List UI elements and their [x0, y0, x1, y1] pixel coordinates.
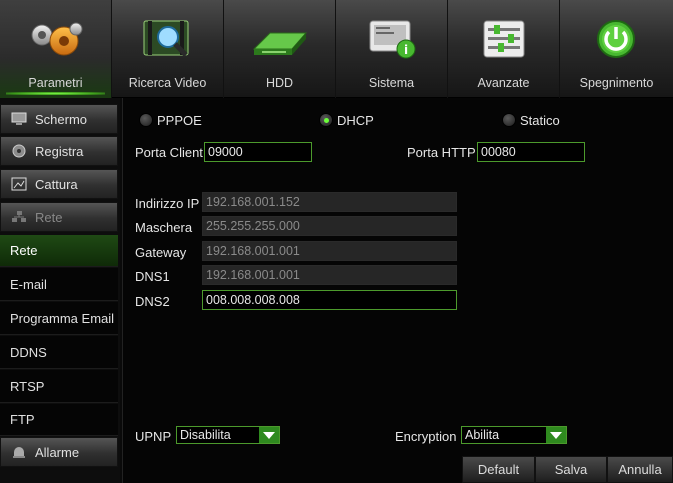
dns1-field: 192.168.001.001: [202, 265, 457, 285]
sidebar-subitem-rete[interactable]: Rete: [0, 235, 118, 267]
sidebar-item-cattura[interactable]: Cattura: [0, 169, 118, 199]
ip-address-label: Indirizzo IP: [135, 196, 200, 211]
tab-spegnimento[interactable]: Spegnimento: [560, 0, 673, 98]
radio-dhcp[interactable]: [319, 113, 333, 127]
sidebar-item-rete-group[interactable]: Rete: [0, 202, 118, 232]
tab-ricerca-video[interactable]: Ricerca Video: [112, 0, 224, 98]
client-port-input[interactable]: 09000: [204, 142, 312, 162]
radio-dhcp-label: DHCP: [337, 113, 374, 128]
http-port-label: Porta HTTP: [407, 145, 476, 160]
radio-pppoe-label: PPPOE: [157, 113, 202, 128]
upnp-select[interactable]: Disabilita: [176, 426, 280, 444]
svg-text:i: i: [404, 43, 408, 57]
dns2-label: DNS2: [135, 294, 170, 309]
top-toolbar: Parametri Ricerca Video HDD i Sistema Av…: [0, 0, 673, 98]
tab-label: Avanzate: [477, 76, 530, 90]
sidebar: Schermo Registra Cattura Rete Rete E-mai…: [0, 98, 120, 483]
sliders-icon: [483, 20, 525, 58]
upnp-select-value: Disabilita: [180, 428, 231, 442]
sidebar-subitem-ddns[interactable]: DDNS: [0, 336, 118, 369]
chevron-down-icon: [546, 427, 566, 443]
radio-statico-label: Statico: [520, 113, 560, 128]
client-port-label: Porta Client: [135, 145, 203, 160]
tab-label: Spegnimento: [579, 76, 654, 90]
tab-parametri[interactable]: Parametri: [0, 0, 112, 98]
gears-icon: [31, 22, 83, 56]
sidebar-subitem-label: FTP: [10, 412, 35, 427]
sidebar-item-schermo[interactable]: Schermo: [0, 104, 118, 134]
encryption-select[interactable]: Abilita: [461, 426, 567, 444]
sidebar-subitem-label: Rete: [10, 243, 38, 258]
sidebar-subitem-email[interactable]: E-mail: [0, 268, 118, 301]
tab-hdd[interactable]: HDD: [224, 0, 336, 98]
sidebar-subitem-rtsp[interactable]: RTSP: [0, 370, 118, 403]
hard-drive-icon: [252, 32, 308, 55]
film-search-icon: [143, 20, 189, 57]
sidebar-item-registra[interactable]: Registra: [0, 136, 118, 166]
monitor-info-icon: i: [369, 20, 416, 59]
sidebar-subitem-label: Programma Email: [10, 310, 115, 326]
chevron-down-icon: [259, 427, 279, 443]
save-button[interactable]: Salva: [535, 456, 607, 483]
upnp-label: UPNP: [135, 429, 172, 444]
tab-label: Sistema: [368, 76, 415, 90]
sidebar-item-label: Schermo: [35, 111, 88, 127]
encryption-label: Encryption: [395, 429, 457, 444]
gateway-field: 192.168.001.001: [202, 241, 457, 261]
sidebar-subitem-programma-email[interactable]: Programma Email: [0, 302, 118, 335]
network-icon: [12, 211, 26, 222]
tab-label: HDD: [265, 76, 294, 90]
tab-sistema[interactable]: i Sistema: [336, 0, 448, 98]
sidebar-item-allarme[interactable]: Allarme: [0, 437, 118, 467]
sidebar-subitem-label: E-mail: [10, 276, 47, 292]
alarm-icon: [13, 447, 25, 458]
tab-avanzate[interactable]: Avanzate: [448, 0, 560, 98]
subnet-mask-field: 255.255.255.000: [202, 216, 457, 236]
sidebar-item-label: Registra: [35, 143, 84, 159]
dns2-input[interactable]: 008.008.008.008: [202, 290, 457, 310]
radio-statico[interactable]: [502, 113, 516, 127]
ip-address-field: 192.168.001.152: [202, 192, 457, 212]
screen-icon: [11, 112, 27, 125]
subnet-mask-label: Maschera: [135, 220, 193, 235]
encryption-select-value: Abilita: [465, 428, 500, 442]
sidebar-subitem-label: DDNS: [10, 344, 47, 360]
capture-icon: [11, 177, 27, 191]
sidebar-item-label: Cattura: [35, 176, 78, 192]
sidebar-item-label: Allarme: [35, 444, 80, 460]
record-film-icon: [12, 144, 26, 158]
gateway-label: Gateway: [135, 245, 187, 260]
tab-label: Ricerca Video: [128, 76, 207, 90]
tab-label: Parametri: [28, 76, 83, 90]
http-port-input[interactable]: 00080: [477, 142, 585, 162]
default-button[interactable]: Default: [462, 456, 535, 483]
power-icon: [597, 20, 635, 58]
dns1-label: DNS1: [135, 269, 170, 284]
sidebar-subitem-label: RTSP: [10, 378, 45, 394]
sidebar-item-label: Rete: [35, 209, 63, 225]
sidebar-subitem-ftp[interactable]: FTP: [0, 404, 118, 436]
radio-pppoe[interactable]: [139, 113, 153, 127]
cancel-button[interactable]: Annulla: [607, 456, 673, 483]
